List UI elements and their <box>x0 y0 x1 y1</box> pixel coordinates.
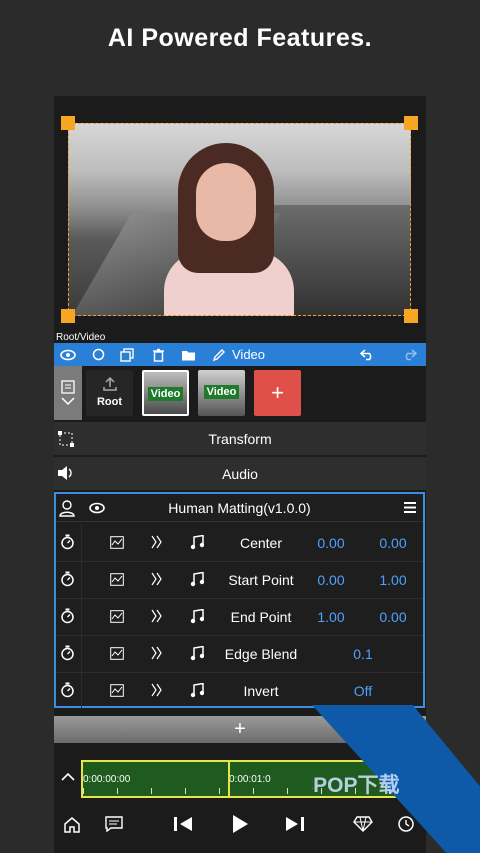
audio-label: Audio <box>222 465 258 482</box>
timeline-current-time: 0:00:01:0 <box>229 774 271 785</box>
easing-chevrons-icon[interactable] <box>151 535 163 552</box>
list-icon <box>61 380 75 394</box>
param-value-2[interactable]: 0.00 <box>368 535 418 551</box>
headline: AI Powered Features. <box>107 24 373 52</box>
curve-graph-icon[interactable] <box>110 536 124 552</box>
music-note-icon[interactable] <box>190 682 205 701</box>
eye-icon[interactable] <box>60 349 76 361</box>
easing-chevrons-icon[interactable] <box>151 683 163 700</box>
effect-title: Human Matting(v1.0.0) <box>168 499 311 516</box>
resize-handle-top-right[interactable] <box>404 116 418 130</box>
music-note-icon[interactable] <box>190 645 205 664</box>
curve-graph-icon[interactable] <box>110 647 124 663</box>
param-value-1[interactable]: 1.00 <box>306 609 356 625</box>
music-note-icon[interactable] <box>190 571 205 590</box>
skip-forward-icon[interactable] <box>283 812 307 836</box>
home-icon[interactable] <box>60 812 84 836</box>
resize-handle-bottom-right[interactable] <box>404 309 418 323</box>
transform-section[interactable]: Transform <box>54 422 426 455</box>
eye-icon[interactable] <box>89 502 105 514</box>
keyframe-stopwatch-icon[interactable] <box>60 608 75 627</box>
keyframe-stopwatch-icon[interactable] <box>60 645 75 664</box>
upload-icon <box>103 376 117 391</box>
param-name: End Point <box>230 608 292 625</box>
effect-panel: Human Matting(v1.0.0) Center 0.00 0.00 Star… <box>54 492 425 709</box>
param-row: Center 0.00 0.00 <box>56 524 423 561</box>
panel-toggle[interactable] <box>54 366 82 420</box>
circle-icon[interactable] <box>91 348 105 361</box>
root-folder[interactable]: Root <box>86 370 133 416</box>
param-row: Start Point 0.00 1.00 <box>56 561 423 598</box>
keyframe-stopwatch-icon[interactable] <box>60 571 75 590</box>
play-icon[interactable] <box>228 812 252 836</box>
transform-label: Transform <box>208 430 272 447</box>
watermark: PCPOP下载 <box>312 705 480 853</box>
param-name: Center <box>239 534 283 551</box>
resize-handle-top-left[interactable] <box>61 116 75 130</box>
easing-chevrons-icon[interactable] <box>151 646 163 663</box>
folder-icon[interactable] <box>180 349 196 361</box>
param-name: Start Point <box>228 571 294 588</box>
music-note-icon[interactable] <box>190 534 205 553</box>
chevron-down-icon <box>61 397 75 406</box>
add-clip-button[interactable]: + <box>254 370 301 416</box>
param-name: Edge Blend <box>224 645 298 662</box>
root-label: Root <box>96 396 123 408</box>
media-row: Root Video Video + <box>54 366 426 420</box>
easing-chevrons-icon[interactable] <box>151 609 163 626</box>
copy-icon[interactable] <box>120 347 134 362</box>
keyframe-stopwatch-icon[interactable] <box>60 534 75 553</box>
redo-icon[interactable] <box>401 348 417 361</box>
easing-chevrons-icon[interactable] <box>151 572 163 589</box>
video-clip-selected[interactable]: Video <box>142 370 189 416</box>
speaker-icon <box>58 466 72 480</box>
param-value-2[interactable]: 0.00 <box>368 609 418 625</box>
toolbar-title: Video <box>232 347 266 362</box>
timeline-start-time: 0:00:00:00 <box>83 774 131 785</box>
toolbar: Video <box>54 343 426 366</box>
trash-icon[interactable] <box>151 348 165 362</box>
param-value-1[interactable]: 0.00 <box>306 572 356 588</box>
undo-icon[interactable] <box>360 348 376 361</box>
clip-label: Video <box>148 387 183 401</box>
selection-frame <box>68 123 411 316</box>
watermark-text: PCPOP下载 <box>312 774 400 797</box>
video-clip[interactable]: Video <box>198 370 245 416</box>
breadcrumb: Root/Video <box>56 332 106 343</box>
transform-icon <box>58 431 74 447</box>
param-value[interactable]: 0.1 <box>338 646 388 662</box>
param-name: Invert <box>243 682 279 699</box>
comment-icon[interactable] <box>102 812 126 836</box>
audio-section[interactable]: Audio <box>54 457 426 490</box>
resize-handle-bottom-left[interactable] <box>61 309 75 323</box>
param-row: Invert Off <box>56 672 423 709</box>
param-value-2[interactable]: 1.00 <box>368 572 418 588</box>
param-row: Edge Blend 0.1 <box>56 635 423 672</box>
skip-back-icon[interactable] <box>171 812 195 836</box>
menu-icon[interactable] <box>404 502 416 513</box>
pencil-icon[interactable] <box>211 348 227 362</box>
keyframe-stopwatch-icon[interactable] <box>60 682 75 701</box>
curve-graph-icon[interactable] <box>110 573 124 589</box>
param-value[interactable]: Off <box>338 683 388 699</box>
param-value-1[interactable]: 0.00 <box>306 535 356 551</box>
chevron-up-icon[interactable] <box>61 772 75 781</box>
curve-graph-icon[interactable] <box>110 610 124 626</box>
person-icon <box>59 500 75 517</box>
param-row: End Point 1.00 0.00 <box>56 598 423 635</box>
video-preview[interactable] <box>54 96 426 328</box>
effect-header: Human Matting(v1.0.0) <box>56 494 423 522</box>
music-note-icon[interactable] <box>190 608 205 627</box>
clip-label: Video <box>204 385 239 399</box>
curve-graph-icon[interactable] <box>110 684 124 700</box>
